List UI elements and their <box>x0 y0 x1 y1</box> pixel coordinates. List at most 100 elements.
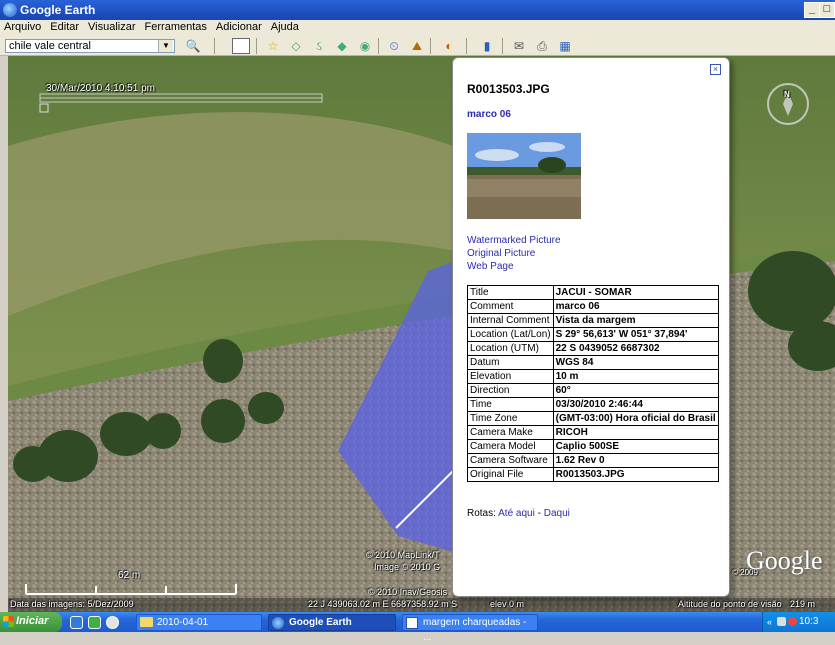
metadata-value: Caplio 500SE <box>552 439 719 454</box>
menu-ajuda[interactable]: Ajuda <box>267 20 304 33</box>
menu-arquivo[interactable]: Arquivo <box>0 20 46 33</box>
metadata-row: Title JACUI - SOMAR <box>467 285 719 300</box>
balloon-title: R0013503.JPG <box>467 82 550 96</box>
menu-bar: Arquivo Editar Visualizar Ferramentas Adicio… <box>0 20 835 36</box>
menu-editar[interactable]: Editar <box>46 20 84 33</box>
task-google-earth[interactable]: Google Earth <box>268 614 396 631</box>
routes-separator: - <box>534 508 544 519</box>
metadata-value: 1.62 Rev 0 <box>552 453 719 468</box>
metadata-value: 60° <box>552 383 719 398</box>
metadata-row: Direction 60° <box>467 383 719 398</box>
photo-thumbnail[interactable] <box>467 133 581 219</box>
metadata-value: WGS 84 <box>552 355 719 370</box>
print-icon[interactable]: ⎙ <box>533 38 551 54</box>
task-label: Google Earth <box>289 617 352 628</box>
metadata-key: Direction <box>467 383 554 398</box>
metadata-row: Elevation 10 m <box>467 369 719 384</box>
search-icon[interactable]: 🔍 <box>184 38 202 54</box>
info-balloon: × R0013503.JPG marco 06 Watermarked Pict… <box>452 57 730 597</box>
ruler-icon[interactable]: ▮ <box>478 38 496 54</box>
menu-ferramentas[interactable]: Ferramentas <box>141 20 212 33</box>
overlay-icon[interactable]: ◆ <box>333 38 351 54</box>
tray-expand-icon[interactable]: « <box>767 617 772 627</box>
metadata-value: (GMT-03:00) Hora oficial do Brasil <box>552 411 719 426</box>
metadata-value: S 29° 56,613' W 051° 37,894' <box>552 327 719 342</box>
polygon-icon[interactable]: ◇ <box>287 38 305 54</box>
google-earth-task-icon <box>272 617 284 629</box>
metadata-key: Time <box>467 397 554 412</box>
task-label: 2010-04-01 <box>157 617 209 628</box>
balloon-subtitle: marco 06 <box>467 109 511 120</box>
start-label: Iniciar <box>16 615 49 627</box>
google-logo: Google <box>746 546 823 575</box>
tray-clock: 10:3 <box>799 616 819 627</box>
metadata-key: Title <box>467 285 554 300</box>
menu-adicionar[interactable]: Adicionar <box>212 20 267 33</box>
watermarked-picture-link[interactable]: Watermarked Picture <box>467 235 561 246</box>
web-page-link[interactable]: Web Page <box>467 261 514 272</box>
media-player-icon[interactable] <box>88 616 101 629</box>
metadata-row: Camera Software 1.62 Rev 0 <box>467 453 719 468</box>
metadata-value: 03/30/2010 2:46:44 <box>552 397 719 412</box>
planets-icon[interactable]: ◐ <box>440 38 458 54</box>
metadata-key: Location (UTM) <box>467 341 554 356</box>
placemark-icon[interactable]: ☆ <box>264 38 282 54</box>
search-dropdown-button[interactable]: ▼ <box>158 40 173 52</box>
google-earth-icon <box>3 3 17 17</box>
routes-line: Rotas: Até aqui - Daqui <box>467 508 570 519</box>
pointer-elevation: elev 0 m <box>490 599 525 609</box>
metadata-value: R0013503.JPG <box>552 467 719 482</box>
menu-visualizar[interactable]: Visualizar <box>84 20 141 33</box>
metadata-row: Internal Comment Vista da margem <box>467 313 719 328</box>
metadata-row: Time Zone (GMT-03:00) Hora oficial do Bra… <box>467 411 719 426</box>
directions-to-here-link[interactable]: Até aqui <box>498 508 535 519</box>
metadata-value: RICOH <box>552 425 719 440</box>
metadata-row: Location (Lat/Lon) S 29° 56,613' W 051° 3… <box>467 327 719 342</box>
copyright-image: Image © 2010 G <box>374 562 441 572</box>
metadata-value: marco 06 <box>552 299 719 314</box>
metadata-row: Time 03/30/2010 2:46:44 <box>467 397 719 412</box>
metadata-key: Camera Make <box>467 425 554 440</box>
metadata-key: Internal Comment <box>467 313 554 328</box>
windows-flag-icon <box>3 616 14 627</box>
metadata-row: Camera Make RICOH <box>467 425 719 440</box>
eye-altitude-label: Altitude do ponto de visão <box>678 599 782 609</box>
task-label: margem charqueadas - ... <box>423 617 527 643</box>
search-input[interactable]: chile vale central <box>5 39 175 53</box>
metadata-value: 22 S 0439052 6687302 <box>552 341 719 356</box>
task-word-document[interactable]: margem charqueadas - ... <box>402 614 538 643</box>
show-desktop-icon[interactable] <box>106 616 119 629</box>
task-folder-2010-04-01[interactable]: 2010-04-01 <box>136 614 262 631</box>
restore-button[interactable]: □ <box>819 2 835 18</box>
close-balloon-icon[interactable]: × <box>710 64 721 75</box>
original-picture-link[interactable]: Original Picture <box>467 248 535 259</box>
network-icon[interactable] <box>777 617 786 626</box>
system-tray: « 10:3 <box>762 612 835 632</box>
security-alert-icon[interactable] <box>788 617 797 626</box>
metadata-value: Vista da margem <box>552 313 719 328</box>
metadata-row: Location (UTM) 22 S 0439052 6687302 <box>467 341 719 356</box>
view-in-maps-icon[interactable]: ▦ <box>556 38 574 54</box>
metadata-key: Comment <box>467 299 554 314</box>
metadata-key: Time Zone <box>467 411 554 426</box>
imagery-date: Data das imagens: 5/Dez/2009 <box>10 599 134 609</box>
tour-icon[interactable]: ◉ <box>356 38 374 54</box>
path-icon[interactable]: ઽ <box>310 38 328 54</box>
metadata-row: Comment marco 06 <box>467 299 719 314</box>
internet-explorer-icon[interactable] <box>70 616 83 629</box>
map-status-bar: Data das imagens: 5/Dez/2009 22 J 439063… <box>8 598 835 612</box>
copyright-inav: © 2010 Inav/Geosis <box>368 587 448 597</box>
sidebar-toggle-icon[interactable] <box>232 38 250 54</box>
start-button[interactable]: Iniciar <box>0 612 62 632</box>
copyright-maplink: © 2010 MapLink/T <box>366 550 440 560</box>
minimize-button[interactable]: _ <box>804 2 820 18</box>
historical-imagery-icon[interactable]: ⏲ <box>385 38 403 54</box>
directions-from-here-link[interactable]: Daqui <box>544 508 570 519</box>
metadata-row: Camera Model Caplio 500SE <box>467 439 719 454</box>
time-slider-label: 30/Mar/2010 4:10:51 pm <box>46 83 155 94</box>
email-icon[interactable]: ✉ <box>510 38 528 54</box>
pointer-coordinates: 22 J 439063.02 m E 6687358.92 m S <box>308 599 458 609</box>
sunlight-icon[interactable]: ⛰ <box>408 38 426 54</box>
title-bar: Google Earth _ □ <box>0 0 835 20</box>
compass-north-label: N <box>784 90 790 99</box>
